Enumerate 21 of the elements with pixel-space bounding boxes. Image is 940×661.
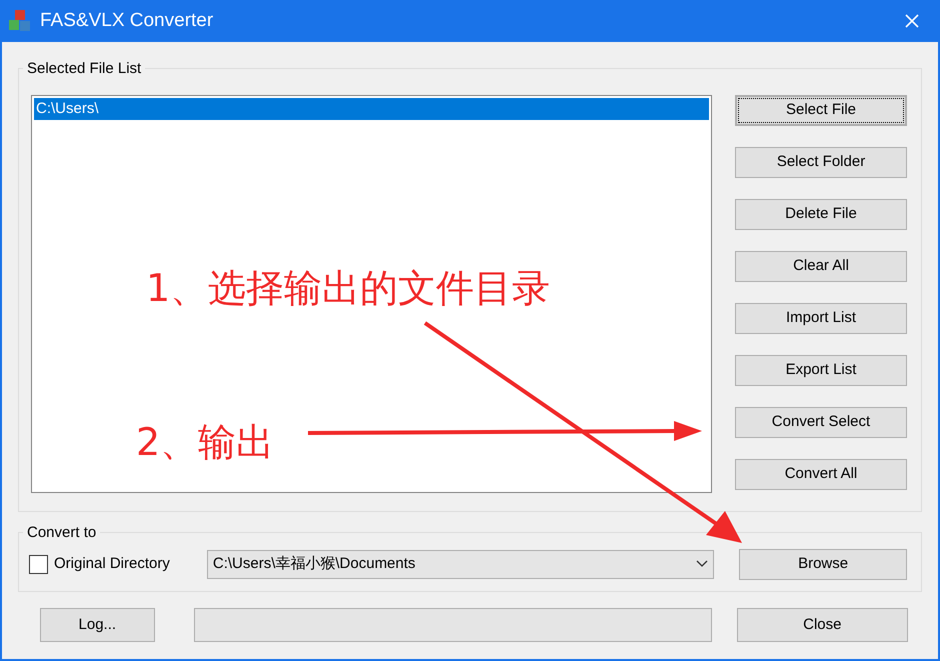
action-button[interactable]: Delete File (735, 199, 907, 230)
log-button[interactable]: Log... (40, 608, 155, 642)
close-button[interactable]: Close (736, 608, 908, 642)
window-title: FAS&VLX Converter (40, 8, 214, 33)
action-button[interactable]: Import List (735, 303, 907, 334)
checkbox[interactable] (29, 554, 48, 574)
chevron-down-icon (696, 560, 708, 568)
checkbox-label: Original Directory (54, 554, 170, 574)
directory-dropdown[interactable]: C:\Users\幸福小猴\Documents (206, 550, 714, 578)
action-button[interactable]: Select File (735, 95, 907, 126)
close-icon[interactable] (904, 13, 920, 29)
action-button[interactable]: Select Folder (735, 147, 907, 178)
browse-button[interactable]: Browse (739, 548, 907, 580)
action-button[interactable]: Convert Select (735, 407, 907, 438)
annotation-text: 1、选择输出的文件目录 (146, 265, 550, 312)
app-icon (8, 9, 32, 33)
annotation-text: 2、输出 (136, 419, 274, 466)
action-button[interactable]: Convert All (735, 459, 907, 490)
action-button[interactable]: Export List (735, 355, 907, 386)
action-button[interactable]: Clear All (735, 251, 907, 282)
list-item[interactable]: C:\Users\ (34, 98, 709, 120)
